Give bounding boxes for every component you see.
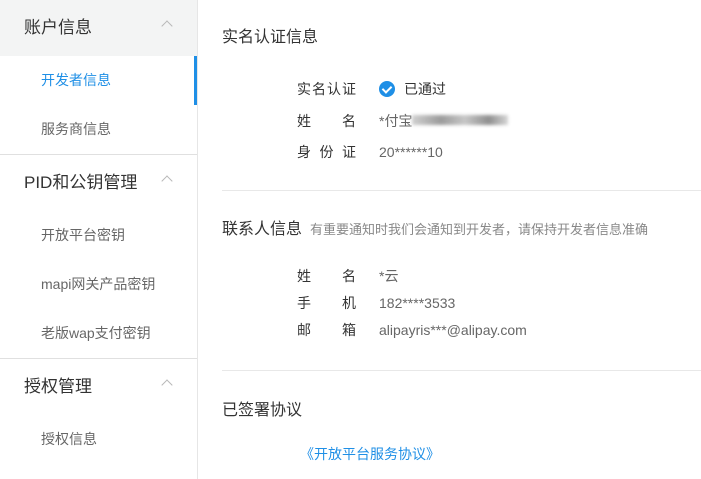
- agreement-link[interactable]: 《开放平台服务协议》: [300, 444, 440, 464]
- group-header-authorization[interactable]: 授权管理: [0, 359, 197, 415]
- field-value: alipayris***@alipay.com: [379, 322, 527, 338]
- status-text: 已通过: [404, 81, 446, 97]
- group-header-pid-keys[interactable]: PID和公钥管理: [0, 155, 197, 211]
- field-value: 20******10: [379, 144, 443, 160]
- field-label: 身 份 证: [297, 144, 356, 160]
- divider: [222, 370, 701, 371]
- sidebar-item-legacy-wap-keys[interactable]: 老版wap支付密钥: [0, 309, 197, 358]
- sidebar-item-label: 授权信息: [41, 431, 97, 447]
- chevron-up-icon[interactable]: [161, 20, 173, 32]
- redaction-blur: [412, 115, 509, 125]
- sidebar-item-open-platform-keys[interactable]: 开放平台密钥: [0, 211, 197, 260]
- section-title-contact: 联系人信息 有重要通知时我们会通知到开发者，请保持开发者信息准确: [222, 215, 648, 239]
- sidebar-item-provider-info[interactable]: 服务商信息: [0, 105, 197, 154]
- field-label: 手 机: [297, 295, 356, 311]
- contact-name-row: 姓 名 *云: [297, 266, 398, 286]
- field-value: *云: [379, 268, 399, 284]
- section-subtitle: 有重要通知时我们会通知到开发者，请保持开发者信息准确: [310, 222, 649, 237]
- group-title: 授权管理: [24, 377, 92, 396]
- chevron-up-icon[interactable]: [161, 379, 173, 391]
- section-title-realname: 实名认证信息: [222, 23, 318, 47]
- chevron-up-icon[interactable]: [161, 175, 173, 187]
- check-circle-icon: [379, 81, 395, 97]
- group-title: PID和公钥管理: [24, 173, 138, 192]
- section-title-agreements: 已签署协议: [222, 396, 302, 420]
- status-value: 已通过: [379, 79, 446, 99]
- field-value: *付宝: [379, 111, 509, 131]
- sidebar-item-label: 服务商信息: [41, 121, 111, 137]
- sidebar-item-label: 老版wap支付密钥: [41, 325, 151, 341]
- sidebar-item-developer-info[interactable]: 开发者信息: [0, 56, 197, 105]
- realname-id-row: 身 份 证 20******10: [297, 142, 443, 162]
- section-title-text: 实名认证信息: [222, 29, 319, 46]
- section-title-text: 已签署协议: [222, 402, 303, 419]
- sidebar-item-label: mapi网关产品密钥: [41, 276, 156, 292]
- realname-status-row: 实名认证 已通过: [297, 79, 446, 99]
- sidebar-item-authorization-info[interactable]: 授权信息: [0, 415, 197, 464]
- realname-name-row: 姓 名 *付宝: [297, 111, 509, 131]
- contact-phone-row: 手 机 182****3533: [297, 293, 455, 313]
- name-value-text: *付宝: [379, 113, 413, 129]
- divider: [222, 190, 701, 191]
- sidebar: 账户信息 开发者信息 服务商信息 PID和公钥管理 开放平台密钥 mapi网关产…: [0, 0, 198, 479]
- field-label: 实名认证: [297, 81, 356, 97]
- sidebar-item-label: 开发者信息: [41, 72, 111, 88]
- section-title-text: 联系人信息: [222, 221, 303, 238]
- field-label: 邮 箱: [297, 322, 356, 338]
- sidebar-item-mapi-gateway-keys[interactable]: mapi网关产品密钥: [0, 260, 197, 309]
- group-header-account-info[interactable]: 账户信息: [0, 0, 197, 56]
- contact-email-row: 邮 箱 alipayris***@alipay.com: [297, 320, 527, 340]
- sidebar-item-label: 开放平台密钥: [41, 227, 125, 243]
- field-label: 姓 名: [297, 113, 356, 129]
- field-label: 姓 名: [297, 268, 356, 284]
- field-value: 182****3533: [379, 295, 456, 311]
- main-content: 实名认证信息 实名认证 已通过 姓 名 *付宝 身 份 证 20******10…: [198, 0, 701, 479]
- group-title: 账户信息: [24, 18, 92, 37]
